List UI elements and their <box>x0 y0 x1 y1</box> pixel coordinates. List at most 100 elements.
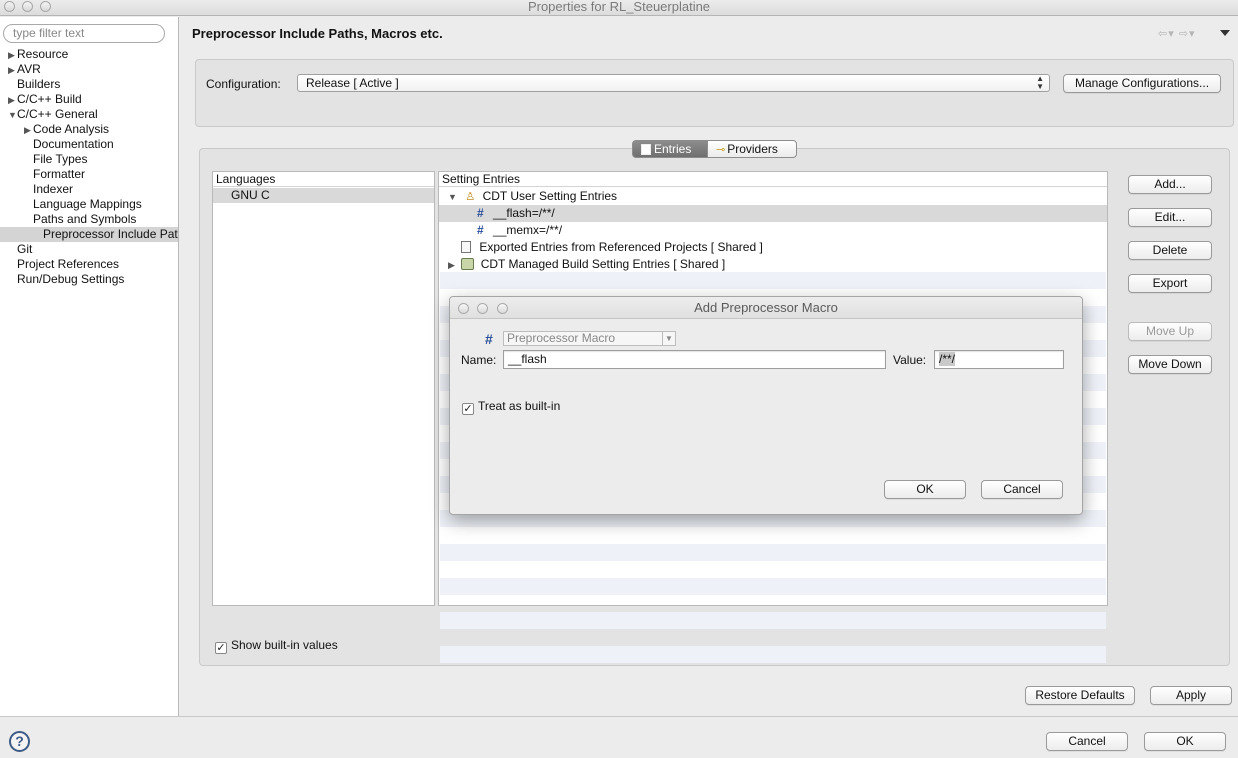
export-button[interactable]: Export <box>1128 274 1212 293</box>
move-up-button[interactable]: Move Up <box>1128 322 1212 341</box>
forward-arrow-icon[interactable]: ⇨▾ <box>1179 28 1196 40</box>
sidebar-item[interactable]: Paths and Symbols <box>24 212 136 227</box>
row-stripe <box>440 578 1106 595</box>
entries-icon <box>641 144 651 155</box>
tree-row-label: __memx=/**/ <box>493 223 563 237</box>
expanded-triangle-icon[interactable]: ▼ <box>8 108 17 123</box>
manage-configurations-button[interactable]: Manage Configurations... <box>1063 74 1221 93</box>
macro-kind-icon: # <box>485 331 493 347</box>
add-macro-dialog: Add Preprocessor Macro # Preprocessor Ma… <box>449 296 1083 515</box>
properties-sidebar: type filter text ▶ Resource ▶ AVR Builders ▶ C… <box>0 17 179 716</box>
delete-button[interactable]: Delete <box>1128 241 1212 260</box>
cancel-button[interactable]: Cancel <box>1046 732 1128 751</box>
tab-entries-label: Entries <box>654 142 692 156</box>
tab-providers-label: Providers <box>727 142 778 156</box>
sidebar-item-label: Paths and Symbols <box>33 212 137 226</box>
history-navigation: ⇦▾ ⇨▾ <box>1158 27 1196 40</box>
collapsed-triangle-icon[interactable]: ▶ <box>8 63 17 78</box>
treat-builtin-checkbox[interactable]: ✓ Treat as built-in <box>462 399 560 415</box>
sidebar-item-label: Git <box>17 242 33 256</box>
configuration-select[interactable]: Release [ Active ] ▲ ▼ <box>297 74 1050 92</box>
sidebar-item-label: Indexer <box>33 182 74 196</box>
sidebar-item[interactable]: Documentation <box>24 137 114 152</box>
sidebar-item[interactable]: File Types <box>24 152 87 167</box>
sidebar-item[interactable]: Language Mappings <box>24 197 142 212</box>
collapsed-triangle-icon[interactable]: ▶ <box>8 93 17 108</box>
sidebar-item[interactable]: Formatter <box>24 167 85 182</box>
show-builtin-checkbox[interactable]: ✓ Show built-in values <box>215 638 338 654</box>
edit-button[interactable]: Edit... <box>1128 208 1212 227</box>
name-label: Name: <box>461 353 497 367</box>
expanded-triangle-icon[interactable]: ▼ <box>448 189 457 206</box>
updown-arrows-icon: ▲ ▼ <box>1036 74 1044 91</box>
sidebar-item-label: Builders <box>17 77 61 91</box>
help-icon[interactable]: ? <box>9 731 30 752</box>
view-menu-icon[interactable] <box>1220 30 1230 36</box>
tree-row-exported[interactable]: Exported Entries from Referenced Project… <box>439 239 1107 256</box>
dialog-cancel-button[interactable]: Cancel <box>981 480 1063 499</box>
tab-providers[interactable]: ⊸ Providers <box>707 140 797 158</box>
tree-row-label: __flash=/**/ <box>493 206 555 220</box>
languages-panel: Languages GNU C <box>212 171 435 606</box>
build-settings-icon <box>461 258 475 270</box>
treat-builtin-label: Treat as built-in <box>478 399 561 413</box>
sidebar-item-label: Language Mappings <box>33 197 142 211</box>
filter-input[interactable]: type filter text <box>3 24 165 43</box>
sidebar-item-label: C/C++ Build <box>17 92 82 106</box>
tree-row-label: CDT Managed Build Setting Entries [ Shar… <box>480 257 726 271</box>
tree-row-macro[interactable]: # __memx=/**/ <box>439 222 1107 239</box>
value-field[interactable]: /**/ <box>934 350 1064 369</box>
window-title: Properties for RL_Steuerplatine <box>527 0 711 14</box>
name-field[interactable]: __flash <box>503 350 886 369</box>
sidebar-item[interactable]: Preprocessor Include Pat <box>0 227 178 242</box>
key-icon: ⊸ <box>716 144 726 156</box>
sidebar-item-label: Preprocessor Include Pat <box>43 227 178 241</box>
add-button[interactable]: Add... <box>1128 175 1212 194</box>
sidebar-item[interactable]: Indexer <box>24 182 73 197</box>
tab-entries[interactable]: Entries <box>632 140 708 158</box>
sidebar-item[interactable]: ▶ Resource <box>8 47 68 62</box>
collapsed-triangle-icon[interactable]: ▶ <box>24 123 33 138</box>
macro-kind-value: Preprocessor Macro <box>507 331 616 345</box>
tree-row-user-settings[interactable]: ▼ ♙ CDT User Setting Entries <box>439 188 1107 205</box>
sidebar-item[interactable]: ▶ C/C++ Build <box>8 92 82 107</box>
value-text: /**/ <box>939 352 956 366</box>
macro-kind-select[interactable]: Preprocessor Macro ▼ <box>503 331 676 346</box>
back-arrow-icon[interactable]: ⇦▾ <box>1158 28 1175 40</box>
dropdown-arrow-icon: ▼ <box>662 332 675 345</box>
language-item[interactable]: GNU C <box>213 188 434 203</box>
sidebar-item[interactable]: Run/Debug Settings <box>8 272 124 287</box>
collapsed-triangle-icon[interactable]: ▶ <box>448 257 457 274</box>
show-builtin-label: Show built-in values <box>231 638 338 652</box>
page-title: Preprocessor Include Paths, Macros etc. <box>192 26 443 41</box>
sidebar-item-label: Resource <box>17 47 69 61</box>
sidebar-item[interactable]: Project References <box>8 257 119 272</box>
row-stripe <box>440 272 1106 289</box>
dialog-zoom-icon[interactable] <box>497 303 508 314</box>
dialog-ok-button[interactable]: OK <box>884 480 966 499</box>
row-stripe <box>440 612 1106 629</box>
language-item-label: GNU C <box>231 188 270 202</box>
restore-defaults-button[interactable]: Restore Defaults <box>1025 686 1135 705</box>
checkbox-checked-icon[interactable]: ✓ <box>462 403 474 415</box>
sidebar-item-label: Formatter <box>33 167 86 181</box>
macro-icon: # <box>477 206 484 220</box>
apply-button[interactable]: Apply <box>1150 686 1232 705</box>
sidebar-item[interactable]: ▼C/C++ General <box>8 107 98 122</box>
sidebar-item[interactable]: Git <box>8 242 32 257</box>
dialog-close-icon[interactable] <box>458 303 469 314</box>
sidebar-item-label: File Types <box>33 152 88 166</box>
sidebar-item[interactable]: Builders <box>8 77 60 92</box>
sidebar-item-label: Code Analysis <box>33 122 110 136</box>
macro-icon: # <box>477 223 484 237</box>
sidebar-item[interactable]: ▶ Code Analysis <box>24 122 109 137</box>
sidebar-item[interactable]: ▶ AVR <box>8 62 41 77</box>
tree-row-managed-build[interactable]: ▶ CDT Managed Build Setting Entries [ Sh… <box>439 256 1107 273</box>
move-down-button[interactable]: Move Down <box>1128 355 1212 374</box>
ok-button[interactable]: OK <box>1144 732 1226 751</box>
dialog-minimize-icon[interactable] <box>477 303 488 314</box>
checkbox-checked-icon[interactable]: ✓ <box>215 642 227 654</box>
collapsed-triangle-icon[interactable]: ▶ <box>8 48 17 63</box>
tree-row-macro[interactable]: # __flash=/**/ <box>439 205 1107 222</box>
configuration-label: Configuration: <box>206 77 281 91</box>
